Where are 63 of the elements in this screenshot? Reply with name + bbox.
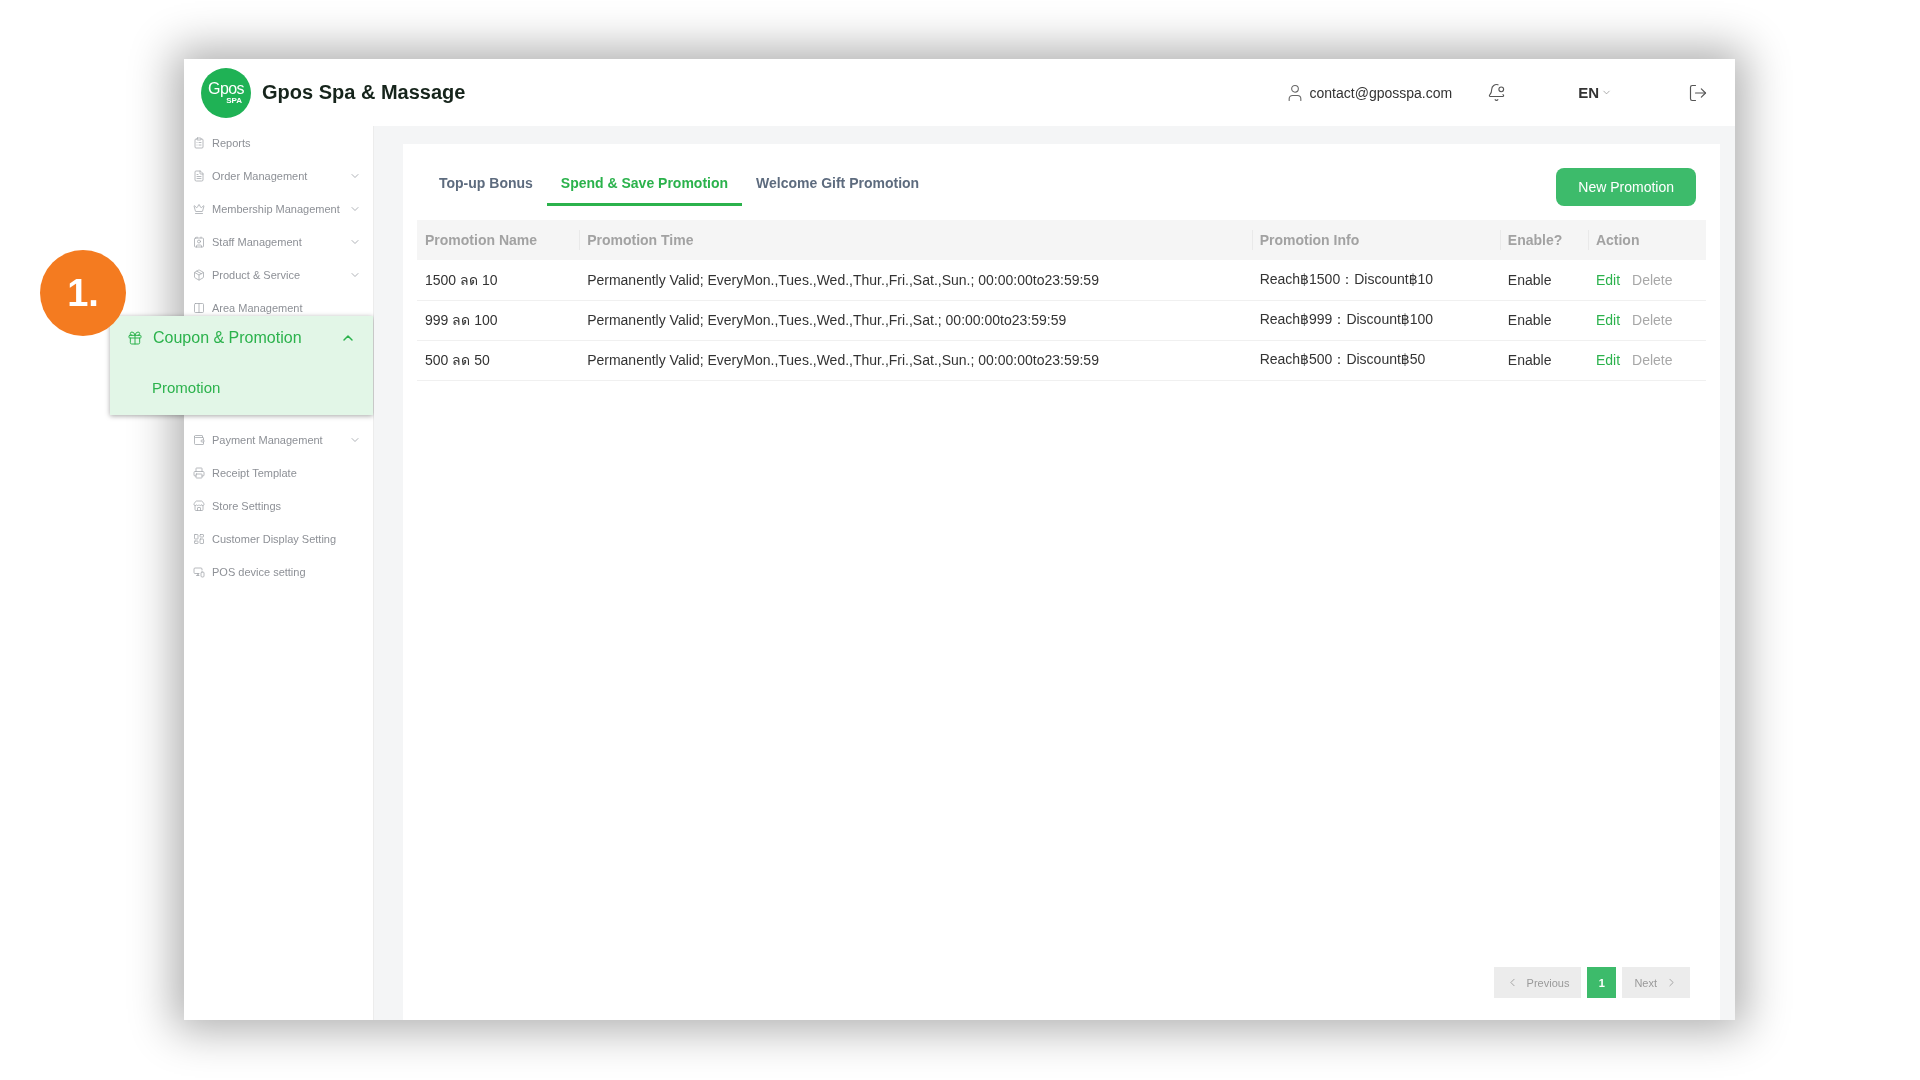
new-promotion-button[interactable]: New Promotion (1556, 168, 1696, 206)
clipboard-icon (193, 136, 205, 149)
step-badge: 1. (40, 250, 126, 336)
delete-link[interactable]: Delete (1632, 352, 1673, 368)
menu-item[interactable]: Receipt Template (184, 456, 373, 489)
dashboard-icon (193, 532, 205, 545)
printer-icon (193, 466, 205, 479)
column-header: Action (1587, 220, 1706, 260)
column-header: Promotion Info (1251, 220, 1500, 260)
monitor-phone-icon (193, 565, 205, 578)
delete-link[interactable]: Delete (1632, 312, 1673, 328)
table-cell: Permanently Valid; EveryMon.,Tues.,Wed.,Thur.,Fri.,Sat.,Sun.; 00:00:00to23:59:59 (579, 340, 1252, 380)
table-cell: Enable (1499, 340, 1588, 380)
menu-item[interactable]: Order Management (184, 159, 373, 192)
document-icon (193, 169, 205, 182)
menu-item[interactable]: Area Management (184, 291, 373, 324)
bell-icon (1487, 83, 1507, 102)
menu-item[interactable]: Reports (184, 126, 373, 159)
table-cell: Permanently Valid; EveryMon.,Tues.,Wed.,Thur.,Fri.,Sat.; 00:00:00to23:59:59 (579, 300, 1252, 340)
tab[interactable]: Spend & Save Promotion (546, 160, 743, 206)
table-cell: Enable (1499, 260, 1588, 300)
logout-button[interactable] (1688, 82, 1708, 103)
table-cell: Permanently Valid; EveryMon.,Tues.,Wed.,Thur.,Fri.,Sat.,Sun.; 00:00:00to23:59:59 (579, 260, 1252, 300)
app-title: Gpos Spa & Massage (262, 81, 466, 104)
box-icon (193, 268, 205, 281)
menu-item[interactable]: Store Settings (184, 489, 373, 522)
menu-item[interactable]: Staff Management (184, 225, 373, 258)
contact-card-icon (193, 235, 205, 248)
menu-item[interactable]: Membership Management (184, 192, 373, 225)
user-email: contact@gposspa.com (1309, 84, 1453, 101)
menu-item[interactable]: Payment Management (184, 423, 373, 456)
menu-item[interactable]: POS device setting (184, 555, 373, 588)
page-button[interactable]: 1 (1587, 967, 1617, 998)
logo-subtext: SPA (226, 96, 242, 105)
store-icon (193, 499, 205, 512)
crown-icon (193, 202, 205, 215)
language-selector[interactable]: EN (1578, 84, 1612, 101)
edit-link[interactable]: Edit (1595, 352, 1620, 368)
column-header: Promotion Time (579, 220, 1252, 260)
column-header: Enable? (1499, 220, 1588, 260)
wallet-icon (193, 433, 205, 446)
table-cell: 999 ลด 100 (417, 300, 580, 340)
table-cell: 1500 ลด 10 (417, 260, 580, 300)
notification-button[interactable] (1487, 83, 1507, 102)
menu-item[interactable]: Customer Display Setting (184, 522, 373, 555)
table-cell: Enable (1499, 300, 1588, 340)
table-cell: Reach฿999：Discount฿100 (1251, 300, 1500, 340)
menu-item[interactable]: Product & Service (184, 258, 373, 291)
menu-item[interactable]: Coupon & Promotion (127, 324, 356, 352)
delete-link[interactable]: Delete (1632, 271, 1673, 288)
table-cell: Reach฿500：Discount฿50 (1251, 340, 1500, 380)
edit-link[interactable]: Edit (1595, 271, 1620, 288)
edit-link[interactable]: Edit (1595, 312, 1620, 328)
columns-icon (193, 301, 205, 314)
column-header: Promotion Name (417, 220, 580, 260)
submenu-item[interactable]: Promotion (152, 373, 221, 401)
tab[interactable]: Top-up Bonus (425, 160, 547, 206)
logo-text: Gpos (208, 80, 244, 97)
logout-icon (1688, 82, 1708, 103)
gift-icon (127, 330, 143, 346)
table-cell: 500 ลด 50 (417, 340, 580, 380)
tab[interactable]: Welcome Gift Promotion (742, 160, 934, 206)
table-cell: Reach฿1500：Discount฿10 (1251, 260, 1500, 300)
